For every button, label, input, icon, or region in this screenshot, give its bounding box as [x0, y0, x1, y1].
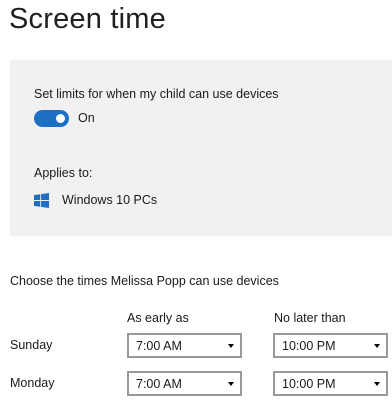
- column-header-earliest: As early as: [127, 311, 189, 325]
- device-label: Windows 10 PCs: [62, 193, 158, 207]
- select-value: 10:00 PM: [282, 338, 336, 353]
- limits-toggle-row: On: [34, 109, 95, 127]
- monday-earliest-select[interactable]: 7:00 AM: [127, 371, 242, 396]
- device-item: Windows 10 PCs: [34, 192, 157, 208]
- column-header-latest: No later than: [274, 311, 346, 325]
- day-label-sunday: Sunday: [10, 338, 53, 352]
- applies-to-label: Applies to:: [34, 166, 93, 180]
- settings-panel: Set limits for when my child can use dev…: [10, 60, 392, 236]
- toggle-knob: [56, 113, 65, 123]
- select-value: 10:00 PM: [282, 376, 336, 391]
- windows-logo-icon: [34, 192, 49, 208]
- monday-latest-select[interactable]: 10:00 PM: [273, 371, 388, 396]
- page-title: Screen time: [9, 3, 166, 35]
- sunday-earliest-select[interactable]: 7:00 AM: [127, 333, 242, 358]
- dropdown-arrow-icon: [228, 343, 234, 348]
- toggle-state-label: On: [78, 111, 95, 125]
- set-limits-label: Set limits for when my child can use dev…: [34, 87, 279, 101]
- select-value: 7:00 AM: [136, 376, 182, 391]
- sunday-latest-select[interactable]: 10:00 PM: [273, 333, 388, 358]
- schedule-heading: Choose the times Melissa Popp can use de…: [10, 274, 279, 288]
- limits-toggle[interactable]: [34, 109, 69, 127]
- dropdown-arrow-icon: [374, 381, 380, 386]
- screen-time-page: Screen time Set limits for when my child…: [0, 0, 392, 400]
- day-label-monday: Monday: [10, 376, 55, 390]
- dropdown-arrow-icon: [228, 381, 234, 386]
- select-value: 7:00 AM: [136, 338, 182, 353]
- dropdown-arrow-icon: [374, 343, 380, 348]
